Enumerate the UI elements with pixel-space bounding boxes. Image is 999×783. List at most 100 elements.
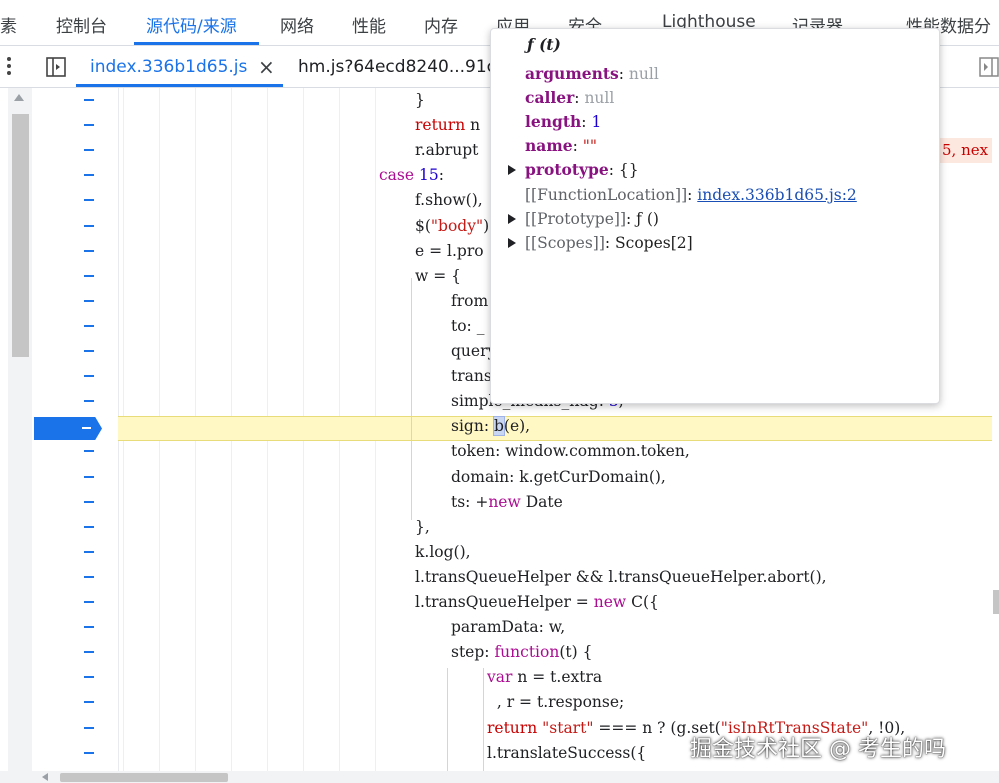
line-number-marker[interactable]	[84, 676, 94, 679]
code-line: },	[415, 515, 430, 540]
code-token: (e),	[503, 417, 531, 436]
line-number-marker[interactable]	[84, 299, 94, 302]
line-number-marker[interactable]	[84, 601, 94, 603]
popover-property-row[interactable]: [[Scopes]]: Scopes[2]	[525, 231, 693, 255]
vertical-scroll-thumb[interactable]	[12, 114, 29, 357]
line-number-marker[interactable]	[84, 249, 94, 252]
line-number-marker[interactable]	[84, 324, 94, 327]
code-token: }	[415, 91, 425, 109]
line-number-marker[interactable]	[84, 224, 94, 227]
code-line: token: window.common.token,	[451, 439, 690, 464]
code-token[interactable]: b	[492, 416, 505, 437]
property-key: [[Scopes]]	[525, 233, 605, 252]
line-number-marker[interactable]	[84, 124, 94, 127]
close-tab-icon[interactable]: ×	[258, 55, 275, 79]
scope-guide	[411, 278, 412, 520]
property-value: {}	[618, 161, 639, 180]
paused-line-highlight	[118, 416, 992, 441]
property-value[interactable]: index.336b1d65.js:2	[697, 186, 857, 204]
line-number-marker[interactable]	[84, 375, 94, 378]
line-number-marker[interactable]	[84, 149, 94, 152]
code-token: trans	[451, 367, 492, 386]
more-options-icon[interactable]	[2, 54, 16, 78]
code-line: trans	[451, 364, 492, 389]
property-separator: :	[618, 65, 629, 83]
panel-tab[interactable]: 素	[0, 12, 17, 37]
code-line: step: function(t) {	[451, 640, 592, 665]
code-token: new	[488, 492, 521, 511]
line-number-marker[interactable]	[84, 550, 94, 553]
panel-tab[interactable]: 性能	[352, 12, 386, 37]
panel-tab[interactable]: 内存	[424, 12, 458, 37]
line-number-marker[interactable]	[84, 99, 94, 101]
line-number-marker[interactable]	[84, 525, 94, 528]
active-panel-underline	[134, 42, 259, 45]
code-line: f.show(),	[415, 188, 483, 213]
property-separator: :	[626, 209, 637, 228]
toggle-debugger-icon[interactable]	[978, 56, 999, 78]
scope-guide	[447, 668, 448, 771]
line-number-marker[interactable]	[84, 651, 94, 654]
code-token: $(	[415, 216, 431, 235]
code-token: e = l.pro	[415, 241, 484, 260]
property-key: [[FunctionLocation]]	[525, 185, 688, 204]
line-number-marker[interactable]	[84, 575, 94, 578]
popover-property-row: length: 1	[525, 110, 601, 134]
panel-tab[interactable]: 源代码/来源	[146, 12, 237, 37]
code-line: , r = t.response;	[487, 690, 624, 715]
code-token: l.translateSuccess({	[487, 743, 647, 762]
code-line: from	[451, 289, 488, 314]
property-key: length	[525, 112, 582, 132]
scroll-position-marker	[993, 590, 999, 614]
popover-property-row[interactable]: [[Prototype]]: ƒ ()	[525, 207, 659, 231]
property-separator: :	[608, 161, 619, 180]
code-token: },	[415, 517, 430, 536]
line-number-marker[interactable]	[84, 400, 94, 403]
code-line: to: _	[451, 314, 484, 339]
line-number-marker[interactable]	[84, 274, 94, 277]
breakpoint-marker[interactable]	[34, 417, 102, 440]
line-number-marker[interactable]	[84, 199, 94, 202]
variable-popover: ƒ (t) arguments: null caller: null length:…	[490, 28, 940, 404]
expand-triangle-icon[interactable]	[508, 237, 516, 248]
line-number-marker[interactable]	[84, 450, 94, 453]
line-number-marker[interactable]	[84, 701, 94, 704]
scroll-left-icon[interactable]	[42, 773, 48, 781]
line-number-marker[interactable]	[84, 350, 94, 352]
code-token: l.transQueueHelper =	[415, 593, 594, 611]
line-number-marker[interactable]	[84, 500, 94, 503]
line-number-marker[interactable]	[84, 174, 94, 177]
code-line: }	[415, 88, 425, 113]
code-line: var n = t.extra	[487, 665, 602, 690]
code-token: new	[593, 593, 627, 611]
property-value: Scopes[2]	[615, 233, 693, 252]
line-number-marker[interactable]	[84, 475, 94, 478]
property-key: prototype	[525, 160, 609, 180]
expand-triangle-icon[interactable]	[508, 165, 516, 176]
scroll-up-icon[interactable]	[14, 94, 24, 101]
code-line: l.translateSuccess({	[487, 741, 646, 766]
horizontal-scroll-thumb[interactable]	[60, 773, 228, 782]
line-number-marker[interactable]	[84, 726, 94, 729]
code-token: Date	[520, 492, 563, 511]
line-number-marker[interactable]	[84, 425, 94, 428]
toggle-navigator-icon[interactable]	[44, 55, 68, 79]
code-token: f.show(),	[415, 191, 483, 210]
line-number-marker[interactable]	[84, 626, 94, 629]
property-separator: :	[687, 185, 698, 204]
horizontal-scrollbar[interactable]	[0, 771, 999, 783]
code-line: k.log(),	[415, 540, 471, 565]
code-token: case	[379, 166, 415, 185]
popover-property-row[interactable]: prototype: {}	[525, 158, 639, 182]
line-number-marker[interactable]	[84, 751, 94, 754]
code-token: token: window.common.token,	[451, 442, 690, 461]
panel-tab[interactable]: 控制台	[56, 12, 107, 37]
file-tab-index[interactable]: index.336b1d65.js	[90, 57, 247, 77]
watermark: 掘金技术社区 @ 考生的吗	[690, 737, 946, 762]
expand-triangle-icon[interactable]	[508, 213, 516, 224]
popover-property-row: caller: null	[525, 86, 614, 110]
code-token: )	[483, 216, 490, 235]
popover-property-row: arguments: null	[525, 62, 659, 86]
panel-tab[interactable]: 网络	[280, 12, 314, 37]
file-tab-hm[interactable]: hm.js?64ecd8240...91c	[298, 57, 496, 77]
